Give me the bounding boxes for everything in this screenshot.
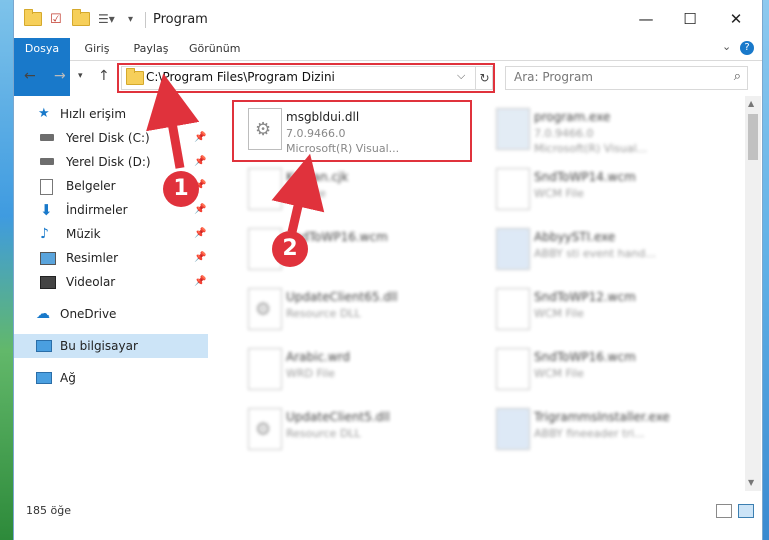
arrow-1	[146, 73, 200, 169]
annotation-arrows	[146, 73, 325, 234]
step-badge-1: 1	[163, 171, 199, 207]
step-badge-2: 2	[272, 231, 308, 267]
arrow-2	[271, 153, 325, 234]
